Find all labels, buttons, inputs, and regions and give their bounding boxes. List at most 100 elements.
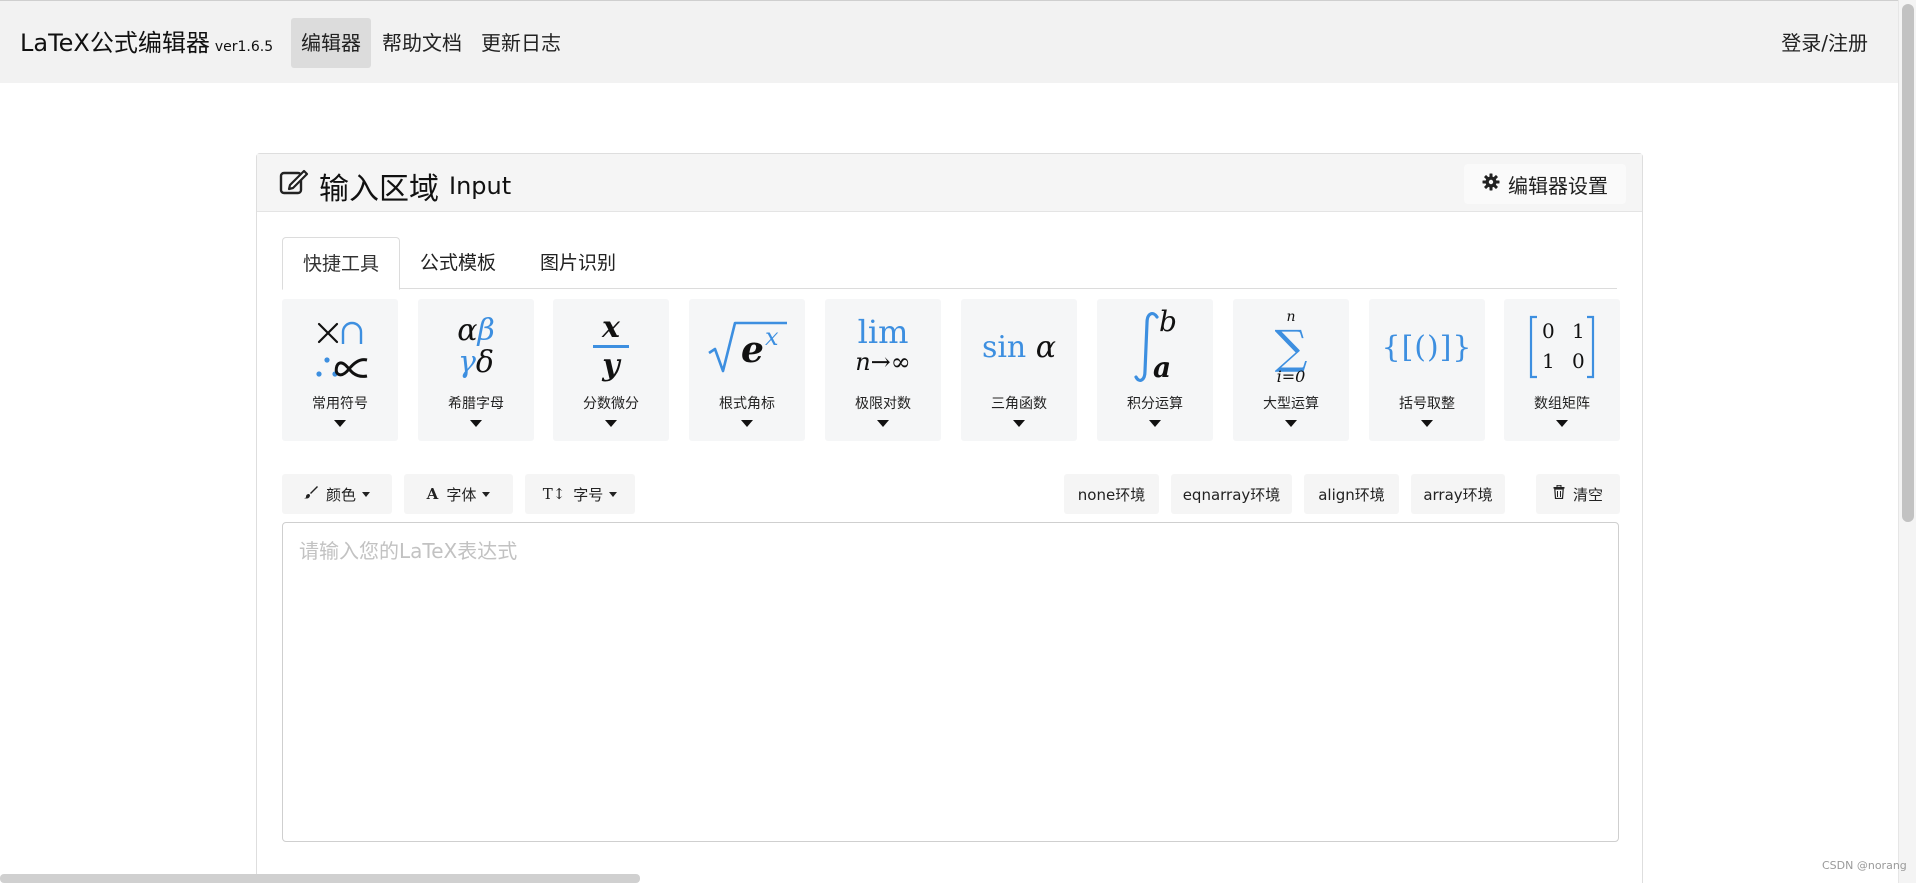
tool-label: 分数微分 bbox=[583, 396, 639, 412]
nav-item-editor[interactable]: 编辑器 bbox=[291, 18, 371, 68]
radical-icon: e x bbox=[689, 307, 805, 387]
editor-placeholder: 请输入您的LaTeX表达式 bbox=[299, 539, 518, 563]
top-navbar: LaTeX公式编辑器 ver1.6.5 编辑器 帮助文档 更新日志 登录/注册 bbox=[0, 0, 1898, 83]
matrix-cell: 1 bbox=[1542, 349, 1555, 373]
editor-toolbar: 颜色 A 字体 T↕ 字号 none环境 eqnarray环境 align环境 … bbox=[282, 474, 1620, 514]
root-base: e bbox=[741, 329, 764, 371]
panel-title: 输入区域 Input bbox=[279, 164, 511, 208]
tab-image-recognition[interactable]: 图片识别 bbox=[520, 237, 636, 289]
chevron-down-icon bbox=[877, 420, 889, 427]
paintbrush-icon bbox=[303, 485, 318, 503]
chevron-down-icon bbox=[1013, 420, 1025, 427]
tool-label: 积分运算 bbox=[1127, 396, 1183, 412]
horizontal-scrollbar-thumb[interactable] bbox=[0, 874, 640, 883]
vertical-scrollbar[interactable] bbox=[1898, 0, 1916, 883]
tab-formula-templates[interactable]: 公式模板 bbox=[400, 237, 516, 289]
tool-label: 数组矩阵 bbox=[1534, 396, 1590, 412]
brackets-glyphs: {[()]} bbox=[1381, 329, 1473, 365]
fraction-icon: x y bbox=[553, 307, 669, 387]
chevron-down-icon bbox=[1149, 420, 1161, 427]
tool-label: 大型运算 bbox=[1263, 396, 1319, 412]
input-panel: 输入区域 Input 编辑器设置 快捷工具 公式模板 图片识别 常用符号 αβ … bbox=[256, 153, 1643, 883]
trash-icon bbox=[1553, 484, 1565, 503]
edit-icon bbox=[279, 168, 309, 204]
fraction-numerator: x bbox=[602, 310, 620, 345]
editor-settings-label: 编辑器设置 bbox=[1508, 173, 1608, 198]
brand[interactable]: LaTeX公式编辑器 ver1.6.5 bbox=[20, 23, 273, 58]
env-none-button[interactable]: none环境 bbox=[1064, 474, 1159, 514]
gear-icon bbox=[1482, 172, 1508, 196]
panel-header: 输入区域 Input 编辑器设置 bbox=[257, 154, 1642, 212]
chevron-down-icon bbox=[362, 491, 370, 497]
nav-item-help[interactable]: 帮助文档 bbox=[372, 18, 472, 68]
tool-label: 括号取整 bbox=[1399, 396, 1455, 412]
tool-common-symbols[interactable]: 常用符号 bbox=[282, 299, 398, 441]
tool-integral[interactable]: b a 积分运算 bbox=[1097, 299, 1213, 441]
alpha-glyph: α bbox=[457, 313, 478, 348]
chevron-down-icon bbox=[1285, 420, 1297, 427]
chevron-down-icon bbox=[741, 420, 753, 427]
brand-name: LaTeX公式编辑器 bbox=[20, 29, 210, 57]
integral-lower: a bbox=[1153, 351, 1172, 384]
color-label: 颜色 bbox=[325, 485, 356, 504]
tool-matrix[interactable]: 0 1 1 0 数组矩阵 bbox=[1504, 299, 1620, 441]
limit-icon: lim n→∞ bbox=[825, 307, 941, 387]
tool-radical-scripts[interactable]: e x 根式角标 bbox=[689, 299, 805, 441]
env-align-button[interactable]: align环境 bbox=[1304, 474, 1399, 514]
tool-trig-functions[interactable]: sin α 三角函数 bbox=[961, 299, 1077, 441]
tab-bar: 快捷工具 公式模板 图片识别 bbox=[282, 237, 1617, 290]
color-dropdown-button[interactable]: 颜色 bbox=[282, 474, 392, 514]
chevron-down-icon bbox=[334, 420, 346, 427]
tool-label: 极限对数 bbox=[855, 396, 911, 412]
sigma-glyph: ∑ bbox=[1274, 320, 1308, 374]
tool-brackets[interactable]: {[()]} 括号取整 bbox=[1369, 299, 1485, 441]
tool-greek-letters[interactable]: αβ γδ 希腊字母 bbox=[418, 299, 534, 441]
tool-label: 三角函数 bbox=[991, 396, 1047, 412]
chevron-down-icon bbox=[482, 491, 491, 497]
trig-icon: sin α bbox=[961, 307, 1077, 387]
clear-label: 清空 bbox=[1572, 485, 1603, 504]
sum-icon: n ∑ i=0 bbox=[1233, 307, 1349, 387]
chevron-down-icon bbox=[605, 420, 617, 427]
fraction-denominator: y bbox=[602, 348, 620, 383]
size-dropdown-button[interactable]: T↕ 字号 bbox=[525, 474, 635, 514]
font-label: 字体 bbox=[446, 485, 477, 504]
matrix-cell: 1 bbox=[1572, 319, 1585, 343]
tool-label: 根式角标 bbox=[719, 396, 775, 412]
tab-quick-tools[interactable]: 快捷工具 bbox=[282, 237, 401, 290]
text-height-icon: T↕ bbox=[542, 485, 566, 503]
tool-label: 希腊字母 bbox=[448, 396, 504, 412]
font-icon: A bbox=[426, 485, 439, 503]
lim-subscript: n→∞ bbox=[855, 348, 911, 376]
panel-title-text: 输入区域 bbox=[319, 172, 439, 207]
sum-lower: i=0 bbox=[1276, 367, 1306, 386]
brand-version: ver1.6.5 bbox=[214, 39, 274, 55]
editor-settings-button[interactable]: 编辑器设置 bbox=[1464, 164, 1626, 204]
env-eqnarray-button[interactable]: eqnarray环境 bbox=[1171, 474, 1292, 514]
vertical-scrollbar-thumb[interactable] bbox=[1902, 4, 1914, 522]
clear-button[interactable]: 清空 bbox=[1536, 474, 1620, 514]
integral-icon: b a bbox=[1097, 305, 1213, 387]
lim-text: lim bbox=[857, 313, 909, 351]
tool-large-operators[interactable]: n ∑ i=0 大型运算 bbox=[1233, 299, 1349, 441]
integral-upper: b bbox=[1159, 305, 1177, 338]
matrix-cell: 0 bbox=[1572, 349, 1585, 373]
nav-item-changelog[interactable]: 更新日志 bbox=[471, 18, 571, 68]
tool-fraction-derivative[interactable]: x y 分数微分 bbox=[553, 299, 669, 441]
common-symbols-icon bbox=[282, 307, 398, 387]
login-register-link[interactable]: 登录/注册 bbox=[1781, 18, 1868, 68]
tool-label: 常用符号 bbox=[312, 396, 368, 412]
brackets-icon: {[()]} bbox=[1369, 307, 1485, 387]
panel-title-en: Input bbox=[449, 172, 512, 200]
gamma-glyph: γ bbox=[457, 345, 476, 380]
env-array-button[interactable]: array环境 bbox=[1411, 474, 1505, 514]
tool-limit-log[interactable]: lim n→∞ 极限对数 bbox=[825, 299, 941, 441]
root-exponent: x bbox=[765, 323, 779, 351]
delta-glyph: δ bbox=[475, 345, 494, 380]
size-label: 字号 bbox=[573, 485, 604, 504]
font-dropdown-button[interactable]: A 字体 bbox=[404, 474, 513, 514]
beta-glyph: β bbox=[477, 313, 495, 348]
latex-input-textarea[interactable]: 请输入您的LaTeX表达式 bbox=[282, 522, 1619, 842]
matrix-icon: 0 1 1 0 bbox=[1504, 307, 1620, 387]
chevron-down-icon bbox=[1556, 420, 1568, 427]
